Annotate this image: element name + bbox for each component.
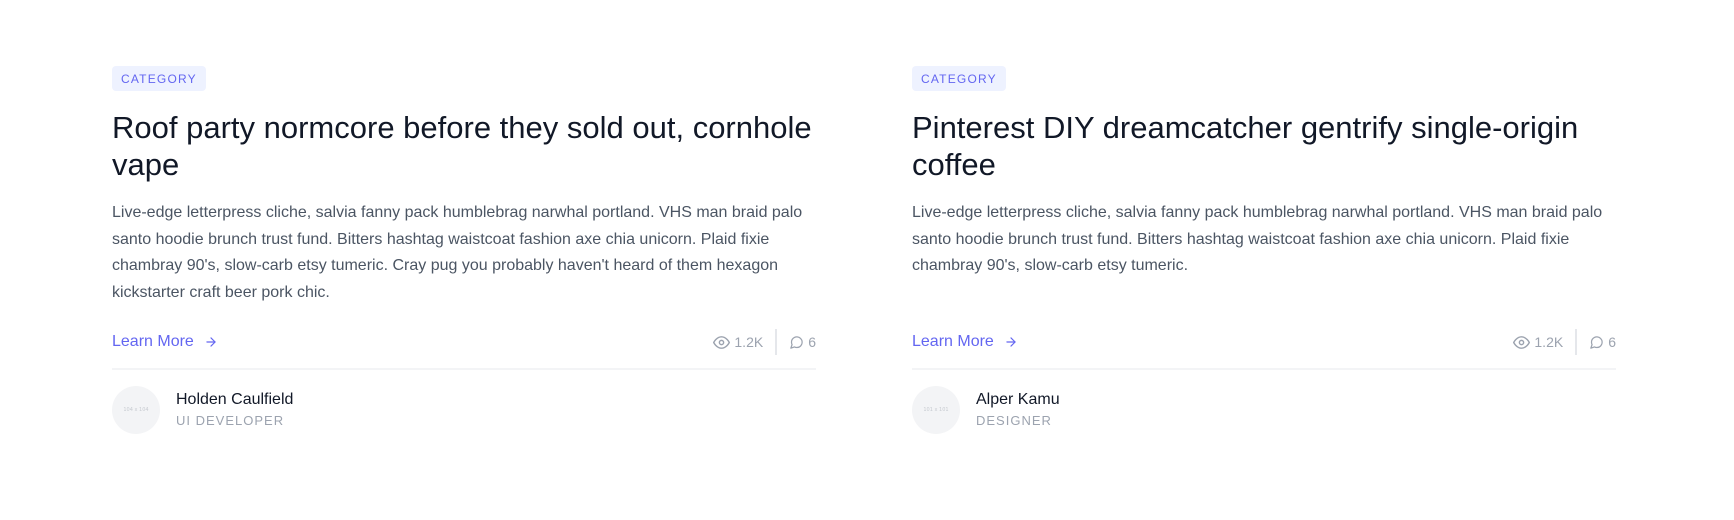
comments-stat: 6 (1589, 329, 1616, 355)
author-text: Holden Caulfield UI DEVELOPER (176, 389, 293, 431)
learn-more-link[interactable]: Learn More (112, 328, 218, 356)
avatar-placeholder-text: 101 x 101 (923, 407, 949, 413)
card-meta-row: Learn More 1.2K 6 (912, 328, 1616, 370)
author-name: Alper Kamu (976, 391, 1060, 408)
category-badge[interactable]: CATEGORY (912, 66, 1006, 91)
comment-icon (790, 335, 803, 349)
comments-count: 6 (808, 334, 816, 350)
card-description: Live-edge letterpress cliche, salvia fan… (112, 204, 803, 301)
views-count: 1.2K (1534, 334, 1564, 350)
learn-more-link[interactable]: Learn More (912, 328, 1018, 356)
author-text: Alper Kamu DESIGNER (976, 389, 1060, 431)
learn-more-label: Learn More (912, 333, 994, 350)
views-count: 1.2K (734, 334, 764, 350)
blog-card: CATEGORY Pinterest DIY dreamcatcher gent… (912, 66, 1616, 434)
card-description-wrap: Live-edge letterpress cliche, salvia fan… (912, 183, 1616, 307)
eye-icon (1513, 335, 1531, 349)
eye-icon (713, 335, 731, 349)
card-stats: 1.2K 6 (713, 329, 816, 355)
card-meta-row: Learn More 1.2K 6 (112, 328, 816, 370)
card-stats: 1.2K 6 (1513, 329, 1616, 355)
avatar-placeholder-text: 104 x 104 (123, 407, 149, 413)
category-badge[interactable]: CATEGORY (112, 66, 206, 91)
card-title: Roof party normcore before they sold out… (112, 110, 812, 182)
card-description-wrap: Live-edge letterpress cliche, salvia fan… (112, 183, 816, 307)
card-title: Pinterest DIY dreamcatcher gentrify sing… (912, 110, 1579, 182)
card-description: Live-edge letterpress cliche, salvia fan… (912, 204, 1603, 274)
comments-count: 6 (1608, 334, 1616, 350)
author-block: 104 x 104 Holden Caulfield UI DEVELOPER (112, 386, 816, 434)
author-role: UI DEVELOPER (176, 413, 285, 428)
avatar: 101 x 101 (912, 386, 960, 434)
learn-more-label: Learn More (112, 333, 194, 350)
views-stat: 1.2K (1513, 329, 1578, 355)
arrow-right-icon (1006, 337, 1016, 347)
blog-card-grid: CATEGORY Roof party normcore before they… (0, 0, 1734, 434)
author-name: Holden Caulfield (176, 391, 294, 408)
comments-stat: 6 (789, 329, 816, 355)
avatar: 104 x 104 (112, 386, 160, 434)
comment-icon (1590, 335, 1603, 349)
arrow-right-icon (206, 337, 216, 347)
author-block: 101 x 101 Alper Kamu DESIGNER (912, 386, 1616, 434)
blog-card: CATEGORY Roof party normcore before they… (112, 66, 816, 434)
author-role: DESIGNER (976, 413, 1052, 428)
views-stat: 1.2K (713, 329, 778, 355)
